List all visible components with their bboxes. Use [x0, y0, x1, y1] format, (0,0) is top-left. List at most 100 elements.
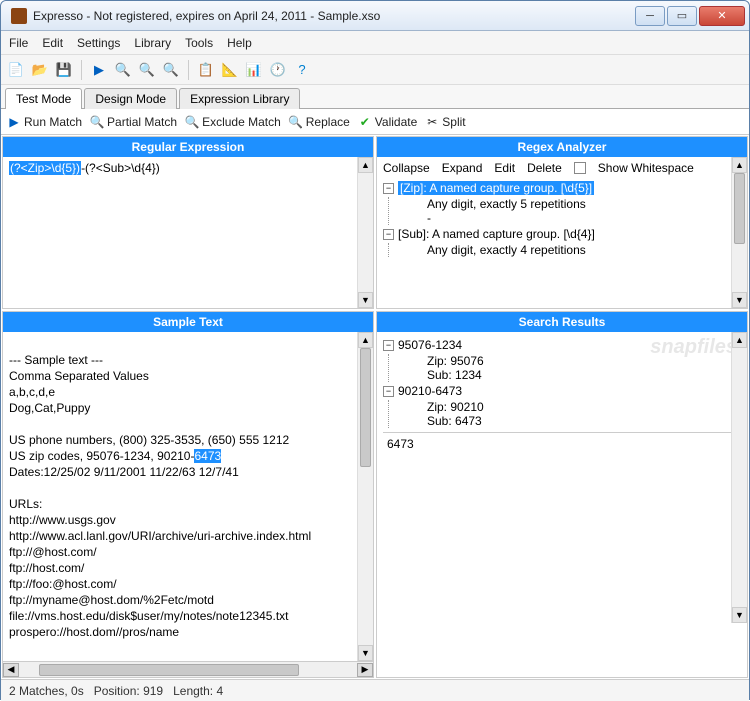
collapse-icon[interactable]: − — [383, 183, 394, 194]
action-label: Split — [442, 115, 465, 129]
play-icon[interactable]: ▶ — [90, 61, 108, 79]
menu-tools[interactable]: Tools — [185, 36, 213, 50]
tool1-icon[interactable]: 📐 — [221, 61, 239, 79]
scroll-down-icon[interactable]: ▼ — [732, 607, 747, 623]
sample-line: ftp://host.com/ — [9, 561, 84, 575]
result-child[interactable]: Sub: 1234 — [427, 368, 741, 382]
exclude-match-button[interactable]: 🔍Exclude Match — [185, 115, 281, 129]
action-label: Exclude Match — [202, 115, 281, 129]
scroll-down-icon[interactable]: ▼ — [732, 292, 747, 308]
tree-node[interactable]: −[Sub]: A named capture group. [\d{4}] — [383, 225, 741, 243]
collapse-icon[interactable]: − — [383, 386, 394, 397]
minimize-button[interactable]: ─ — [635, 6, 665, 26]
scroll-up-icon[interactable]: ▲ — [358, 332, 373, 348]
tree-child-label[interactable]: Any digit, exactly 5 repetitions — [427, 197, 741, 211]
panel-header: Sample Text — [3, 312, 373, 332]
tool2-icon[interactable]: 📊 — [245, 61, 263, 79]
scrollbar-v[interactable]: ▲ ▼ — [731, 332, 747, 623]
menu-library[interactable]: Library — [134, 36, 171, 50]
search1-icon[interactable]: 🔍 — [114, 61, 132, 79]
result-child[interactable]: Zip: 95076 — [427, 354, 741, 368]
analyzer-tree: −[Zip]: A named capture group. [\d{5}] A… — [383, 179, 741, 257]
status-position: Position: 919 — [94, 684, 163, 698]
action-label: Partial Match — [107, 115, 177, 129]
result-child[interactable]: Zip: 90210 — [427, 400, 741, 414]
menu-help[interactable]: Help — [227, 36, 252, 50]
partial-match-button[interactable]: 🔍Partial Match — [90, 115, 177, 129]
collapse-icon[interactable]: − — [383, 229, 394, 240]
result-label: 90210-6473 — [398, 384, 462, 398]
sample-line: Dog,Cat,Puppy — [9, 401, 90, 415]
run-match-button[interactable]: ▶Run Match — [7, 115, 82, 129]
scroll-left-icon[interactable]: ◀ — [3, 663, 19, 677]
scrollbar-v[interactable]: ▲ ▼ — [731, 157, 747, 308]
menu-edit[interactable]: Edit — [42, 36, 63, 50]
tab-design-mode[interactable]: Design Mode — [84, 88, 177, 109]
menu-file[interactable]: File — [9, 36, 28, 50]
copy-icon[interactable]: 📋 — [197, 61, 215, 79]
maximize-button[interactable]: ▭ — [667, 6, 697, 26]
tree-node[interactable]: −[Zip]: A named capture group. [\d{5}] — [383, 179, 741, 197]
tree-child-label[interactable]: - — [427, 211, 741, 225]
scroll-right-icon[interactable]: ▶ — [357, 663, 373, 677]
sample-line: prospero://host.dom//pros/name — [9, 625, 179, 639]
sample-panel: Sample Text --- Sample text --- Comma Se… — [2, 311, 374, 678]
search3-icon[interactable]: 🔍 — [162, 61, 180, 79]
scrollbar-h[interactable]: ◀ ▶ — [3, 661, 373, 677]
sample-line: ftp://@host.com/ — [9, 545, 97, 559]
sample-line: Dates:12/25/02 9/11/2001 11/22/63 12/7/4… — [9, 465, 239, 479]
analyzer-body: Collapse Expand Edit Delete Show Whitesp… — [377, 157, 747, 308]
search-icon: 🔍 — [90, 115, 104, 129]
analyzer-panel: Regex Analyzer Collapse Expand Edit Dele… — [376, 136, 748, 309]
app-icon — [11, 8, 27, 24]
delete-button[interactable]: Delete — [527, 161, 562, 175]
scroll-up-icon[interactable]: ▲ — [732, 332, 747, 348]
search2-icon[interactable]: 🔍 — [138, 61, 156, 79]
results-tree: snapfiles −95076-1234 Zip: 95076 Sub: 12… — [377, 332, 747, 677]
selected-match-text: 6473 — [387, 437, 414, 451]
action-label: Validate — [375, 115, 417, 129]
scroll-down-icon[interactable]: ▼ — [358, 292, 373, 308]
validate-button[interactable]: ✔Validate — [358, 115, 417, 129]
sample-text-area[interactable]: --- Sample text --- Comma Separated Valu… — [3, 332, 373, 661]
collapse-button[interactable]: Collapse — [383, 161, 430, 175]
clock-icon[interactable]: 🕐 — [269, 61, 287, 79]
result-label: 95076-1234 — [398, 338, 462, 352]
scissors-icon: ✂ — [425, 115, 439, 129]
title-bar: Expresso - Not registered, expires on Ap… — [1, 1, 749, 31]
tab-test-mode[interactable]: Test Mode — [5, 88, 82, 109]
sample-line: Comma Separated Values — [9, 369, 149, 383]
sample-line: US zip codes, 95076-1234, 90210- — [9, 449, 194, 463]
show-whitespace-checkbox[interactable] — [574, 162, 586, 174]
collapse-icon[interactable]: − — [383, 340, 394, 351]
result-node[interactable]: −90210-6473 — [383, 382, 741, 400]
close-button[interactable]: ✕ — [699, 6, 745, 26]
split-button[interactable]: ✂Split — [425, 115, 465, 129]
sample-line: URLs: — [9, 497, 42, 511]
menu-bar: File Edit Settings Library Tools Help — [1, 31, 749, 55]
scroll-down-icon[interactable]: ▼ — [358, 645, 373, 661]
scrollbar-v[interactable]: ▲ ▼ — [357, 157, 373, 308]
tree-child-label[interactable]: Any digit, exactly 4 repetitions — [427, 243, 741, 257]
result-child[interactable]: Sub: 6473 — [427, 414, 741, 428]
regex-text: -(?<Sub>\d{4}) — [81, 161, 160, 175]
new-icon[interactable]: 📄 — [7, 61, 25, 79]
menu-settings[interactable]: Settings — [77, 36, 120, 50]
open-icon[interactable]: 📂 — [31, 61, 49, 79]
result-node[interactable]: −95076-1234 — [383, 336, 741, 354]
edit-button[interactable]: Edit — [494, 161, 515, 175]
tree-node-label: [Zip]: A named capture group. [\d{5}] — [398, 181, 594, 195]
replace-icon: 🔍 — [289, 115, 303, 129]
save-icon[interactable]: 💾 — [55, 61, 73, 79]
help-icon[interactable]: ? — [293, 61, 311, 79]
selected-match-box[interactable]: 6473 — [383, 432, 741, 482]
tab-expression-library[interactable]: Expression Library — [179, 88, 300, 109]
sample-line: a,b,c,d,e — [9, 385, 55, 399]
regex-input[interactable]: (?<Zip>\d{5})-(?<Sub>\d{4}) ▲ ▼ — [3, 157, 373, 308]
expand-button[interactable]: Expand — [442, 161, 483, 175]
replace-button[interactable]: 🔍Replace — [289, 115, 350, 129]
scrollbar-v[interactable]: ▲ ▼ — [357, 332, 373, 661]
scroll-up-icon[interactable]: ▲ — [732, 157, 747, 173]
search-x-icon: 🔍 — [185, 115, 199, 129]
scroll-up-icon[interactable]: ▲ — [358, 157, 373, 173]
